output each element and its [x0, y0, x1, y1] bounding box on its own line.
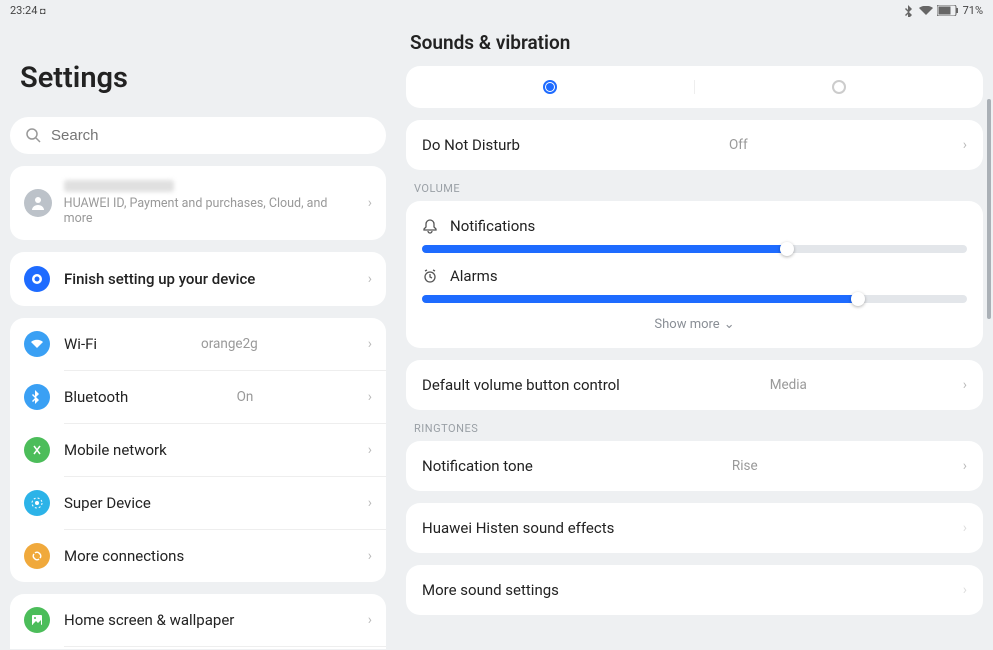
connectivity-group: Wi-Fi orange2g › Bluetooth On › Mobile n… — [10, 318, 386, 582]
sidebar-item-mobile-network[interactable]: Mobile network › — [10, 424, 386, 476]
show-more-button[interactable]: Show more ⌄ — [422, 307, 967, 336]
alarm-icon — [422, 268, 438, 284]
sidebar-item-wifi[interactable]: Wi-Fi orange2g › — [10, 318, 386, 370]
chevron-right-icon: › — [963, 582, 967, 598]
sound-mode-option-2[interactable] — [695, 80, 983, 94]
sound-mode-card — [406, 66, 983, 108]
clock: 23:24 — [10, 4, 37, 17]
page-title: Settings — [20, 61, 386, 95]
volume-header: VOLUME — [414, 182, 983, 195]
image-icon — [24, 607, 50, 633]
volume-notifications: Notifications — [422, 207, 967, 257]
search-box[interactable] — [10, 117, 386, 154]
battery-icon — [937, 5, 959, 16]
main-panel: Sounds & vibration Do Not Disturb Off › … — [396, 19, 993, 649]
volume-slider-notifications[interactable] — [422, 245, 967, 253]
sidebar-item-super-device[interactable]: Super Device › — [10, 477, 386, 529]
search-input[interactable] — [51, 127, 370, 144]
display-group: Home screen & wallpaper › Display & brig… — [10, 594, 386, 649]
status-bar: 23:24 ◘ 71% — [0, 0, 993, 19]
search-icon — [26, 128, 41, 143]
chevron-right-icon: › — [963, 520, 967, 536]
bluetooth-icon — [905, 5, 915, 17]
chevron-right-icon: › — [368, 389, 372, 405]
sound-mode-option-1[interactable] — [406, 80, 695, 94]
default-volume-button-row[interactable]: Default volume button control Media › — [406, 360, 983, 410]
account-name-blurred — [64, 180, 174, 192]
dnd-row[interactable]: Do Not Disturb Off › — [406, 120, 983, 170]
bell-icon — [422, 218, 438, 234]
avatar-icon — [24, 189, 52, 217]
chevron-right-icon: › — [368, 442, 372, 458]
account-subtitle: HUAWEI ID, Payment and purchases, Cloud,… — [64, 196, 356, 226]
chevron-right-icon: › — [963, 137, 967, 153]
more-sound-settings-row[interactable]: More sound settings › — [406, 565, 983, 615]
chevron-right-icon: › — [368, 548, 372, 564]
wifi-icon — [919, 6, 933, 16]
histen-row[interactable]: Huawei Histen sound effects › — [406, 503, 983, 553]
ringtones-header: RINGTONES — [414, 422, 983, 435]
sidebar-item-more-connections[interactable]: More connections › — [10, 530, 386, 582]
chevron-down-icon: ⌄ — [724, 317, 735, 332]
signal-icon — [24, 437, 50, 463]
volume-alarms: Alarms — [422, 257, 967, 307]
chevron-right-icon: › — [963, 458, 967, 474]
chevron-right-icon: › — [368, 612, 372, 628]
chevron-right-icon: › — [368, 271, 372, 287]
finish-setup-row[interactable]: Finish setting up your device › — [10, 252, 386, 306]
sidebar-item-bluetooth[interactable]: Bluetooth On › — [10, 371, 386, 423]
wifi-icon — [24, 331, 50, 357]
chevron-right-icon: › — [963, 377, 967, 393]
link-icon — [24, 543, 50, 569]
chevron-right-icon: › — [368, 336, 372, 352]
chevron-right-icon: › — [368, 195, 372, 211]
bluetooth-icon — [24, 384, 50, 410]
scrollbar-indicator[interactable] — [987, 99, 991, 319]
chevron-right-icon: › — [368, 495, 372, 511]
radio-unselected-icon — [832, 80, 846, 94]
battery-percent: 71% — [963, 4, 983, 17]
super-device-icon — [24, 490, 50, 516]
account-row[interactable]: HUAWEI ID, Payment and purchases, Cloud,… — [10, 166, 386, 240]
main-title: Sounds & vibration — [410, 31, 983, 54]
setup-label: Finish setting up your device — [64, 270, 255, 288]
notification-tone-row[interactable]: Notification tone Rise › — [406, 441, 983, 491]
sidebar-item-display-brightness[interactable]: Display & brightness › — [10, 647, 386, 649]
setup-icon — [24, 266, 50, 292]
settings-sidebar: Settings HUAWEI ID, Payment and purchase… — [0, 19, 396, 649]
radio-selected-icon — [543, 80, 557, 94]
sidebar-item-home-wallpaper[interactable]: Home screen & wallpaper › — [10, 594, 386, 646]
volume-slider-alarms[interactable] — [422, 295, 967, 303]
